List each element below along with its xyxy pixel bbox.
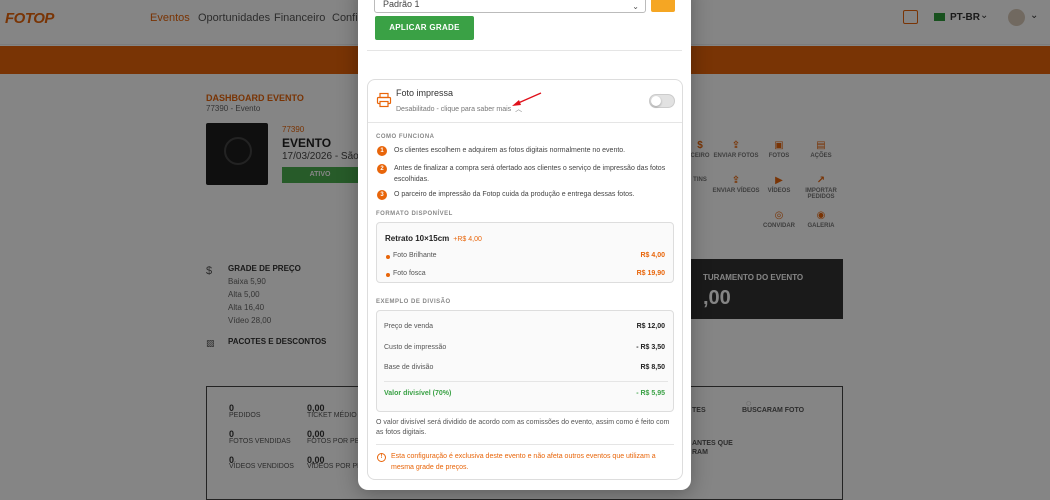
price-grid-select[interactable]: Padrão 1 ⌄ — [374, 0, 646, 13]
format-option-price: R$ 19,90 — [636, 270, 665, 277]
division-note: O valor divisível será dividido de acord… — [376, 419, 670, 436]
step-text: Os clientes escolhem e adquirem as fotos… — [394, 147, 626, 154]
apply-grid-button[interactable]: APLICAR GRADE — [375, 16, 474, 40]
division-row-value: - R$ 3,50 — [636, 344, 665, 351]
divider — [368, 122, 682, 123]
bullet-icon — [386, 255, 390, 259]
divider — [367, 50, 682, 51]
format-box: Retrato 10×15cm +R$ 4,00 Foto Brilhante R… — [376, 222, 674, 283]
divider — [376, 444, 674, 445]
step-text: Antes de finalizar a compra será ofertad… — [394, 165, 666, 183]
division-row-value: R$ 8,50 — [640, 364, 665, 371]
division-row-label: Custo de impressão — [384, 344, 447, 351]
division-row-value: R$ 12,00 — [636, 323, 665, 330]
step-number: 3 — [377, 190, 387, 200]
step-number: 2 — [377, 164, 387, 174]
division-box: Preço de venda R$ 12,00 Custo de impress… — [376, 310, 674, 412]
bullet-icon — [386, 273, 390, 277]
price-grid-modal: Padrão 1 ⌄ APLICAR GRADE Foto impressa D… — [358, 0, 691, 490]
select-value: Padrão 1 — [383, 0, 420, 9]
division-row-label: Preço de venda — [384, 323, 434, 330]
chevron-up-icon: ︿ — [515, 106, 523, 113]
add-grid-button[interactable] — [651, 0, 675, 12]
how-it-works-title: COMO FUNCIONA — [376, 134, 435, 140]
format-name: Retrato 10×15cm +R$ 4,00 — [385, 234, 482, 243]
division-total-value: - R$ 5,95 — [636, 390, 665, 397]
card-subtitle: Desabilitado - clique para saber mais — [396, 106, 512, 113]
chevron-down-icon: ⌄ — [632, 2, 639, 11]
warning-text: Esta configuração é exclusiva deste even… — [391, 453, 656, 471]
toggle-knob — [651, 96, 661, 106]
format-option-name: Foto Brilhante — [393, 252, 437, 259]
format-price: +R$ 4,00 — [453, 236, 482, 243]
step-text: O parceiro de impressão da Fotop cuida d… — [394, 191, 635, 198]
card-title: Foto impressa — [396, 88, 454, 98]
division-title: EXEMPLO DE DIVISÃO — [376, 299, 451, 305]
divider — [384, 381, 668, 382]
step-number: 1 — [377, 146, 387, 156]
division-total-label: Valor divisível (70%) — [384, 390, 452, 397]
card-subtitle-link[interactable]: Desabilitado - clique para saber mais ︿ — [396, 104, 522, 114]
format-option-price: R$ 4,00 — [640, 252, 665, 259]
printed-photo-card: Foto impressa Desabilitado - clique para… — [367, 79, 683, 480]
division-row-label: Base de divisão — [384, 364, 434, 371]
format-title: FORMATO DISPONÍVEL — [376, 211, 453, 217]
printed-photo-toggle[interactable] — [649, 94, 675, 108]
info-icon: ! — [377, 453, 386, 462]
printer-icon — [376, 92, 392, 108]
format-option-name: Foto fosca — [393, 270, 426, 277]
